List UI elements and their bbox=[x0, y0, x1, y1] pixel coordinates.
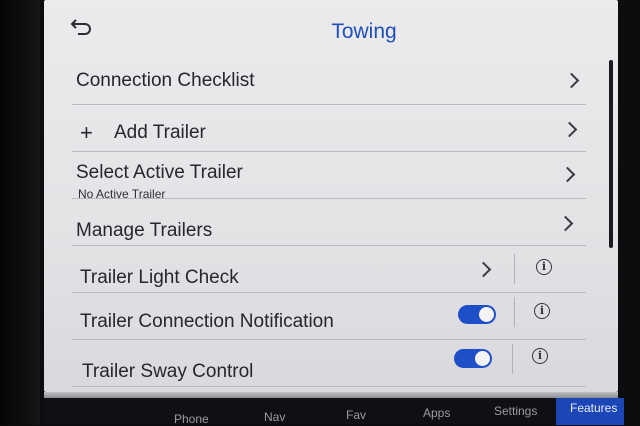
row-trailer-connection-notification: Trailer Connection Notification i bbox=[72, 293, 586, 340]
nav-phone[interactable]: Phone bbox=[174, 412, 209, 426]
nav-settings[interactable]: Settings bbox=[494, 404, 537, 418]
chevron-right-icon bbox=[561, 121, 578, 138]
scrollbar[interactable] bbox=[609, 60, 613, 248]
info-icon[interactable]: i bbox=[534, 303, 550, 319]
row-select-active-trailer-label: Select Active Trailer bbox=[76, 162, 243, 183]
info-icon[interactable]: i bbox=[536, 259, 552, 275]
row-manage-trailers-label: Manage Trailers bbox=[76, 220, 213, 241]
row-divider bbox=[512, 344, 513, 374]
back-arrow-icon[interactable] bbox=[70, 16, 96, 38]
chevron-right-icon bbox=[557, 215, 574, 232]
plus-icon: + bbox=[80, 120, 93, 145]
row-add-trailer[interactable]: + Add Trailer bbox=[72, 105, 586, 152]
nav-features-active[interactable]: Features bbox=[556, 398, 624, 425]
row-connection-checklist[interactable]: Connection Checklist bbox=[72, 58, 586, 105]
nav-apps[interactable]: Apps bbox=[423, 406, 450, 420]
nav-features-label: Features bbox=[570, 401, 618, 415]
trailer-sway-control-toggle[interactable] bbox=[454, 349, 492, 368]
info-icon[interactable]: i bbox=[532, 348, 548, 364]
row-manage-trailers[interactable]: Manage Trailers bbox=[72, 199, 586, 246]
trailer-connection-notification-toggle[interactable] bbox=[458, 305, 496, 324]
toggle-knob bbox=[475, 351, 490, 366]
page-title: Towing bbox=[331, 20, 397, 43]
nav-fav[interactable]: Fav bbox=[346, 408, 366, 422]
toggle-knob bbox=[479, 307, 494, 322]
screen-bezel-left bbox=[0, 0, 40, 425]
row-trailer-light-check[interactable]: Trailer Light Check i bbox=[72, 246, 586, 293]
row-divider bbox=[514, 297, 515, 327]
row-add-trailer-label: Add Trailer bbox=[114, 122, 206, 143]
nav-nav[interactable]: Nav bbox=[264, 410, 285, 424]
towing-settings-panel: Towing Connection Checklist + Add Traile… bbox=[44, 0, 618, 392]
chevron-right-icon bbox=[563, 72, 580, 89]
chevron-right-icon bbox=[559, 166, 576, 183]
row-trailer-connection-notification-label: Trailer Connection Notification bbox=[80, 311, 334, 332]
screen-bezel-right bbox=[618, 0, 640, 425]
bottom-nav-bar: Phone Nav Fav Apps Settings Features bbox=[44, 398, 624, 426]
row-trailer-sway-control-label: Trailer Sway Control bbox=[82, 361, 254, 382]
row-connection-checklist-label: Connection Checklist bbox=[76, 70, 255, 91]
row-trailer-sway-control: Trailer Sway Control i bbox=[72, 340, 586, 387]
row-select-active-trailer[interactable]: Select Active Trailer No Active Trailer bbox=[72, 152, 586, 201]
row-trailer-light-check-label: Trailer Light Check bbox=[80, 267, 239, 288]
row-divider bbox=[514, 254, 515, 284]
chevron-right-icon bbox=[475, 261, 492, 278]
